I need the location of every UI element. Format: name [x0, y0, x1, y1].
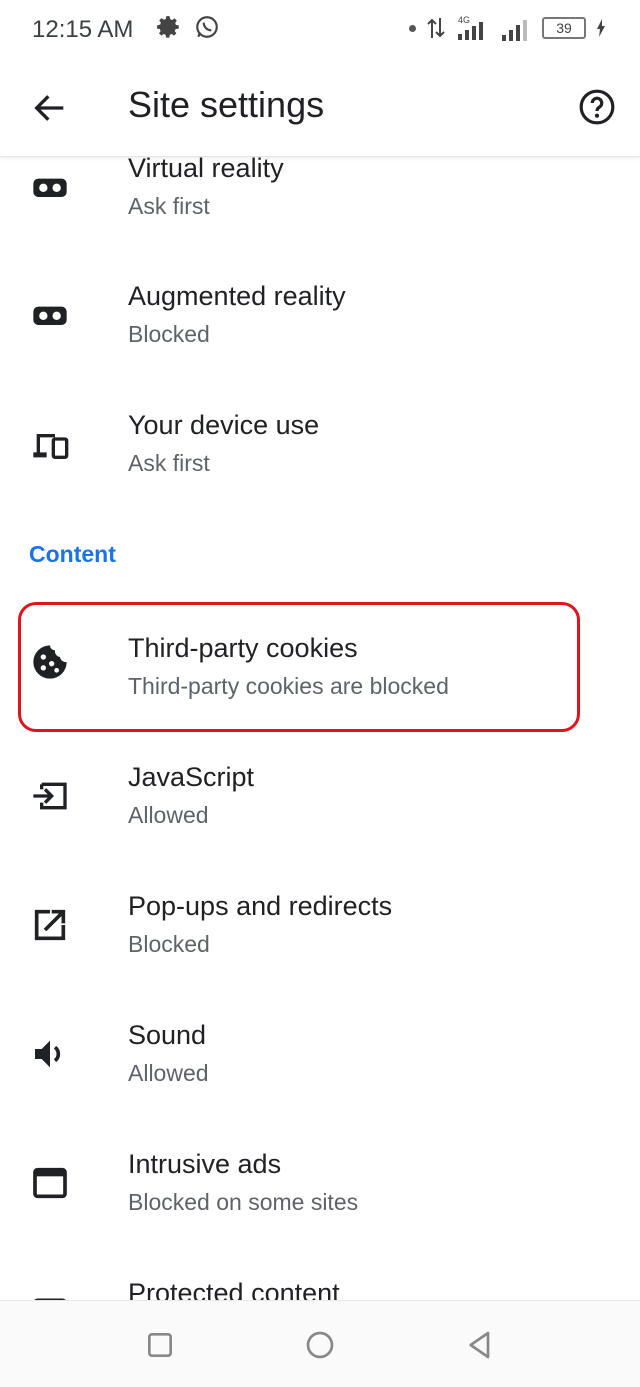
gear-icon: [157, 16, 179, 38]
item-title: Protected content: [128, 1278, 340, 1300]
item-subtitle: Ask first: [128, 450, 210, 476]
devices-icon: [33, 434, 69, 459]
signal-4g-icon: 4G: [458, 15, 483, 40]
app-bar: Site settings: [0, 60, 640, 157]
item-title: Intrusive ads: [128, 1149, 282, 1179]
svg-text:4G: 4G: [458, 15, 470, 25]
item-title: JavaScript: [128, 762, 255, 792]
notification-dot: [409, 24, 416, 32]
data-arrows-icon: [427, 18, 445, 38]
system-nav-bar: [0, 1300, 640, 1387]
item-title: Sound: [128, 1020, 207, 1050]
item-subtitle: Ask first: [128, 193, 210, 219]
item-subtitle: Blocked on some sites: [128, 1189, 359, 1215]
back-button[interactable]: [464, 1329, 496, 1361]
back-arrow-icon[interactable]: [30, 88, 70, 128]
setting-protected-content[interactable]: Protected content: [0, 1244, 640, 1300]
recents-button[interactable]: [144, 1329, 176, 1361]
help-icon[interactable]: [578, 88, 616, 126]
item-title: Pop-ups and redirects: [128, 891, 393, 921]
item-title: Your device use: [128, 410, 320, 440]
vr-headset-icon: [33, 178, 67, 197]
home-button[interactable]: [304, 1329, 336, 1361]
setting-popups[interactable]: Pop-ups and redirects Blocked: [0, 857, 640, 985]
setting-virtual-reality[interactable]: Virtual reality Ask first: [0, 157, 640, 247]
popup-icon: [34, 909, 66, 941]
battery-icon: 39: [542, 17, 586, 39]
item-subtitle: Blocked: [128, 931, 210, 957]
ads-icon: [33, 1167, 67, 1199]
setting-device-use[interactable]: Your device use Ask first: [0, 376, 640, 504]
item-subtitle: Blocked: [128, 321, 210, 347]
protected-content-icon: [34, 1298, 66, 1300]
highlight-box: [18, 602, 580, 732]
settings-list: Virtual reality Ask first Augmented real…: [0, 157, 640, 1300]
sound-icon: [35, 1040, 61, 1068]
setting-javascript[interactable]: JavaScript Allowed: [0, 728, 640, 856]
whatsapp-icon: [196, 16, 218, 38]
setting-augmented-reality[interactable]: Augmented reality Blocked: [0, 247, 640, 375]
item-subtitle: Allowed: [128, 802, 209, 828]
ar-headset-icon: [33, 306, 67, 325]
javascript-icon: [33, 782, 67, 810]
item-subtitle: Allowed: [128, 1060, 209, 1086]
section-header-content: Content: [29, 541, 116, 567]
signal-icon: [502, 20, 527, 41]
item-title: Virtual reality: [128, 157, 284, 183]
item-title: Augmented reality: [128, 281, 346, 311]
page-title: Site settings: [128, 84, 325, 125]
status-bar: 12:15 AM 4G 39: [0, 0, 640, 60]
charging-icon: [597, 19, 605, 37]
setting-sound[interactable]: Sound Allowed: [0, 986, 640, 1114]
status-time: 12:15 AM: [32, 16, 134, 43]
setting-intrusive-ads[interactable]: Intrusive ads Blocked on some sites: [0, 1115, 640, 1243]
